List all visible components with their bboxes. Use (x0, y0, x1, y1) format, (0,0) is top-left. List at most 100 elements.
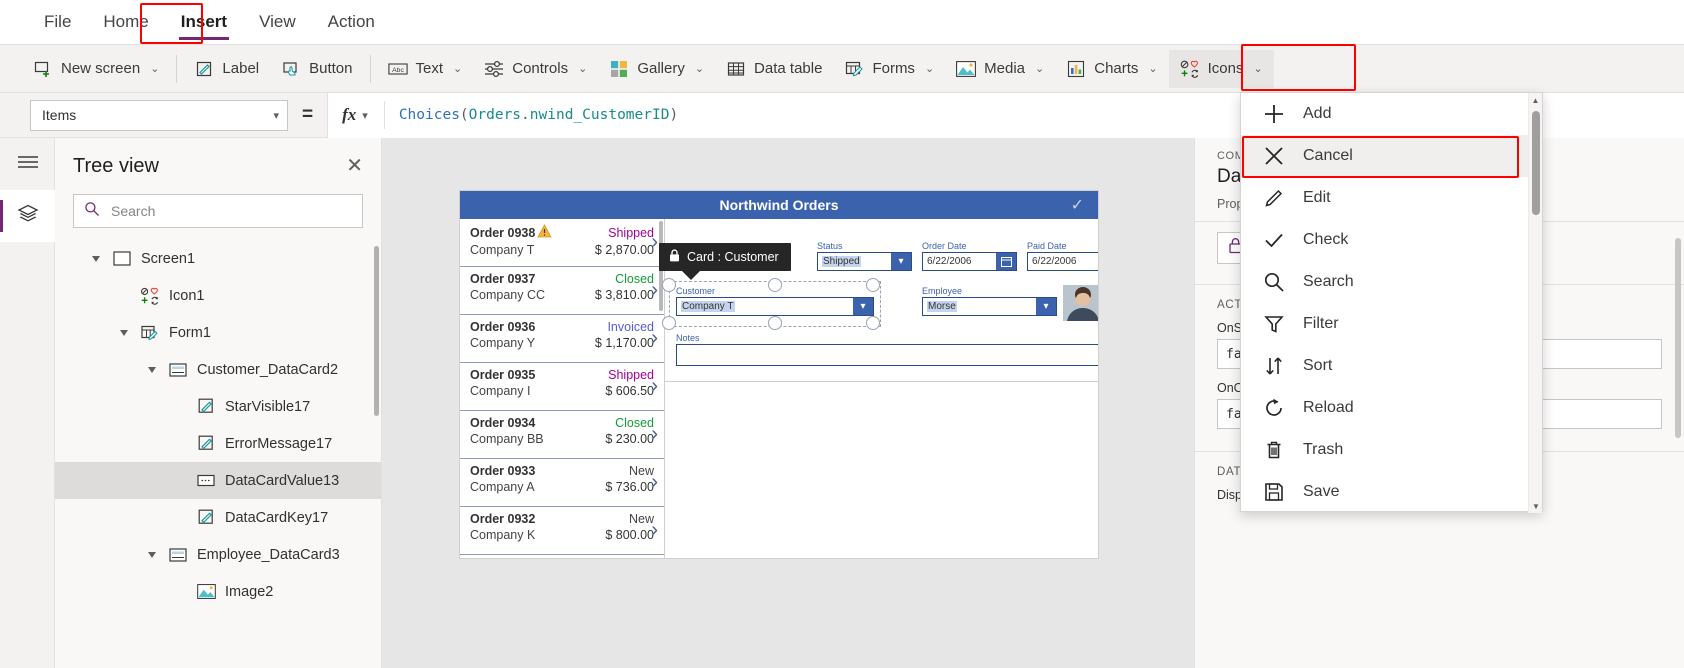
gallery-row[interactable]: Order 0938 Shipped Company T $ 2,870.00 › (460, 219, 664, 267)
order-number: Order 0938 (470, 225, 536, 240)
property-selector-dropdown[interactable]: Items ▾ (30, 99, 288, 131)
chevron-down-icon[interactable]: ▾ (891, 253, 911, 270)
expander-triangle-icon[interactable] (89, 255, 103, 263)
resize-handle-bc[interactable] (768, 316, 782, 330)
expander-triangle-icon[interactable] (145, 551, 159, 559)
chevron-right-icon[interactable]: › (651, 327, 658, 350)
chevron-right-icon[interactable]: › (651, 423, 658, 446)
chevron-down-icon[interactable]: ▾ (853, 298, 873, 315)
ribbon-label-button[interactable]: Label (183, 50, 270, 88)
icons-dropdown-scrollbar[interactable]: ▲ ▼ (1528, 93, 1542, 513)
menu-item-action[interactable]: Action (312, 6, 391, 38)
icons-menu-item-sort[interactable]: Sort (1241, 345, 1542, 387)
ribbon-icons-button[interactable]: Icons ⌄ (1168, 49, 1274, 88)
tree-node-employee-datacard3[interactable]: Employee_DataCard3 (55, 536, 381, 573)
gallery-row[interactable]: Order 0936 Invoiced Company Y $ 1,170.00 › (460, 315, 664, 363)
customer-combobox[interactable]: Company T ▾ (676, 297, 874, 316)
tree-search-box[interactable] (73, 194, 363, 228)
tree-node-icon1[interactable]: Icon1 (55, 277, 381, 314)
notes-input[interactable] (676, 344, 1098, 366)
tree-node-datacardvalue13[interactable]: DataCardValue13 (55, 462, 381, 499)
scroll-down-arrow-icon[interactable]: ▼ (1529, 499, 1543, 513)
paid-date-input[interactable]: 6/22/2006 (1027, 252, 1098, 271)
tree-view-rail-button[interactable] (0, 190, 55, 242)
icons-menu-item-edit[interactable]: Edit (1241, 177, 1542, 219)
chevron-right-icon[interactable]: › (651, 471, 658, 494)
tree-node-screen1[interactable]: Screen1 (55, 240, 381, 277)
orders-gallery[interactable]: Order 0938 Shipped Company T $ 2,870.00 ›… (460, 219, 665, 558)
chevron-right-icon[interactable]: › (651, 231, 658, 254)
tree-view-title: Tree view (73, 154, 159, 177)
order-status: Closed (615, 416, 654, 430)
chevron-down-icon: ⌄ (578, 63, 588, 75)
icons-menu-item-trash[interactable]: Trash (1241, 429, 1542, 471)
chevron-right-icon[interactable]: › (651, 519, 658, 542)
icons-menu-item-filter[interactable]: Filter (1241, 303, 1542, 345)
resize-handle-tl[interactable] (662, 278, 676, 292)
ribbon-text-button[interactable]: Abc Text ⌄ (377, 50, 474, 88)
close-icon[interactable]: ✕ (346, 156, 363, 176)
resize-handle-br[interactable] (866, 316, 880, 330)
icons-menu-item-reload[interactable]: Reload (1241, 387, 1542, 429)
chevron-down-icon: ⌄ (1035, 63, 1045, 75)
tree-node-label: ErrorMessage17 (225, 435, 333, 452)
ribbon-controls-button[interactable]: Controls ⌄ (473, 50, 598, 88)
icons-menu-item-check[interactable]: Check (1241, 219, 1542, 261)
tree-node-form1[interactable]: Form1 (55, 314, 381, 351)
gallery-row[interactable]: Order 0934 Closed Company BB $ 230.00 › (460, 411, 664, 459)
order-number: Order 0933 (470, 464, 536, 478)
gallery-row[interactable]: Order 0935 Shipped Company I $ 606.50 › (460, 363, 664, 411)
ribbon-charts-button[interactable]: Charts ⌄ (1055, 50, 1168, 88)
tree-node-starvisible17[interactable]: StarVisible17 (55, 388, 381, 425)
gallery-row[interactable]: Order 0937 Closed Company CC $ 3,810.00 › (460, 267, 664, 315)
chevron-down-icon[interactable]: ▾ (362, 109, 368, 122)
ribbon-gallery-button[interactable]: Gallery ⌄ (598, 50, 715, 88)
tree-node-list: Screen1 Icon1 Form1 Customer_DataCard2 S… (55, 240, 381, 658)
ribbon-new-screen-button[interactable]: New screen ⌄ (22, 50, 170, 88)
order-company: Company CC (470, 288, 546, 302)
warning-icon (537, 224, 552, 241)
resize-handle-tr[interactable] (866, 278, 880, 292)
calendar-icon[interactable] (996, 253, 1016, 270)
plus-icon (1261, 101, 1287, 127)
resize-handle-tc[interactable] (768, 278, 782, 292)
tree-node-datacardkey17[interactable]: DataCardKey17 (55, 499, 381, 536)
expander-triangle-icon[interactable] (145, 366, 159, 374)
icons-menu-item-search[interactable]: Search (1241, 261, 1542, 303)
tree-node-customer-datacard2[interactable]: Customer_DataCard2 (55, 351, 381, 388)
menu-item-file[interactable]: File (28, 6, 87, 38)
ribbon-data-table-button[interactable]: Data table (715, 50, 833, 88)
ribbon-forms-button[interactable]: Forms ⌄ (833, 50, 945, 88)
tree-node-image2[interactable]: Image2 (55, 573, 381, 610)
gallery-row[interactable]: Order 0932 New Company K $ 800.00 › (460, 507, 664, 555)
expander-triangle-icon[interactable] (117, 329, 131, 337)
menu-item-view[interactable]: View (243, 6, 312, 38)
order-date-input[interactable]: 6/22/2006 (922, 252, 1017, 271)
search-input[interactable] (109, 202, 352, 220)
icons-dropdown-scroll-thumb[interactable] (1532, 111, 1540, 215)
scroll-up-arrow-icon[interactable]: ▲ (1529, 93, 1542, 107)
controls-sliders-icon (484, 59, 504, 79)
status-dropdown[interactable]: Shipped ▾ (817, 252, 912, 271)
employee-value: Morse (927, 301, 957, 312)
formula-text[interactable]: Choices(Orders.nwind_CustomerID) (399, 107, 678, 123)
employee-label: Employee (922, 286, 963, 296)
resize-handle-bl[interactable] (662, 316, 676, 330)
hamburger-menu-button[interactable] (0, 138, 55, 190)
icons-menu-item-cancel[interactable]: Cancel (1241, 135, 1542, 177)
chevron-right-icon[interactable]: › (651, 279, 658, 302)
menu-item-insert[interactable]: Insert (165, 6, 243, 40)
icons-menu-item-save[interactable]: Save (1241, 471, 1542, 513)
chevron-right-icon[interactable]: › (651, 375, 658, 398)
gallery-row[interactable]: Order 0933 New Company A $ 736.00 › (460, 459, 664, 507)
check-icon[interactable]: ✓ (1071, 195, 1084, 215)
menu-item-home[interactable]: Home (87, 6, 164, 38)
properties-panel-scrollbar[interactable] (1675, 238, 1681, 438)
ribbon-button-button[interactable]: Button (270, 50, 363, 88)
employee-combobox[interactable]: Morse ▾ (922, 297, 1057, 316)
ribbon-media-button[interactable]: Media ⌄ (945, 50, 1055, 88)
icons-menu-item-add[interactable]: Add (1241, 93, 1542, 135)
chevron-down-icon[interactable]: ▾ (1036, 298, 1056, 315)
tree-scrollbar-thumb[interactable] (374, 246, 379, 416)
tree-node-errormessage17[interactable]: ErrorMessage17 (55, 425, 381, 462)
